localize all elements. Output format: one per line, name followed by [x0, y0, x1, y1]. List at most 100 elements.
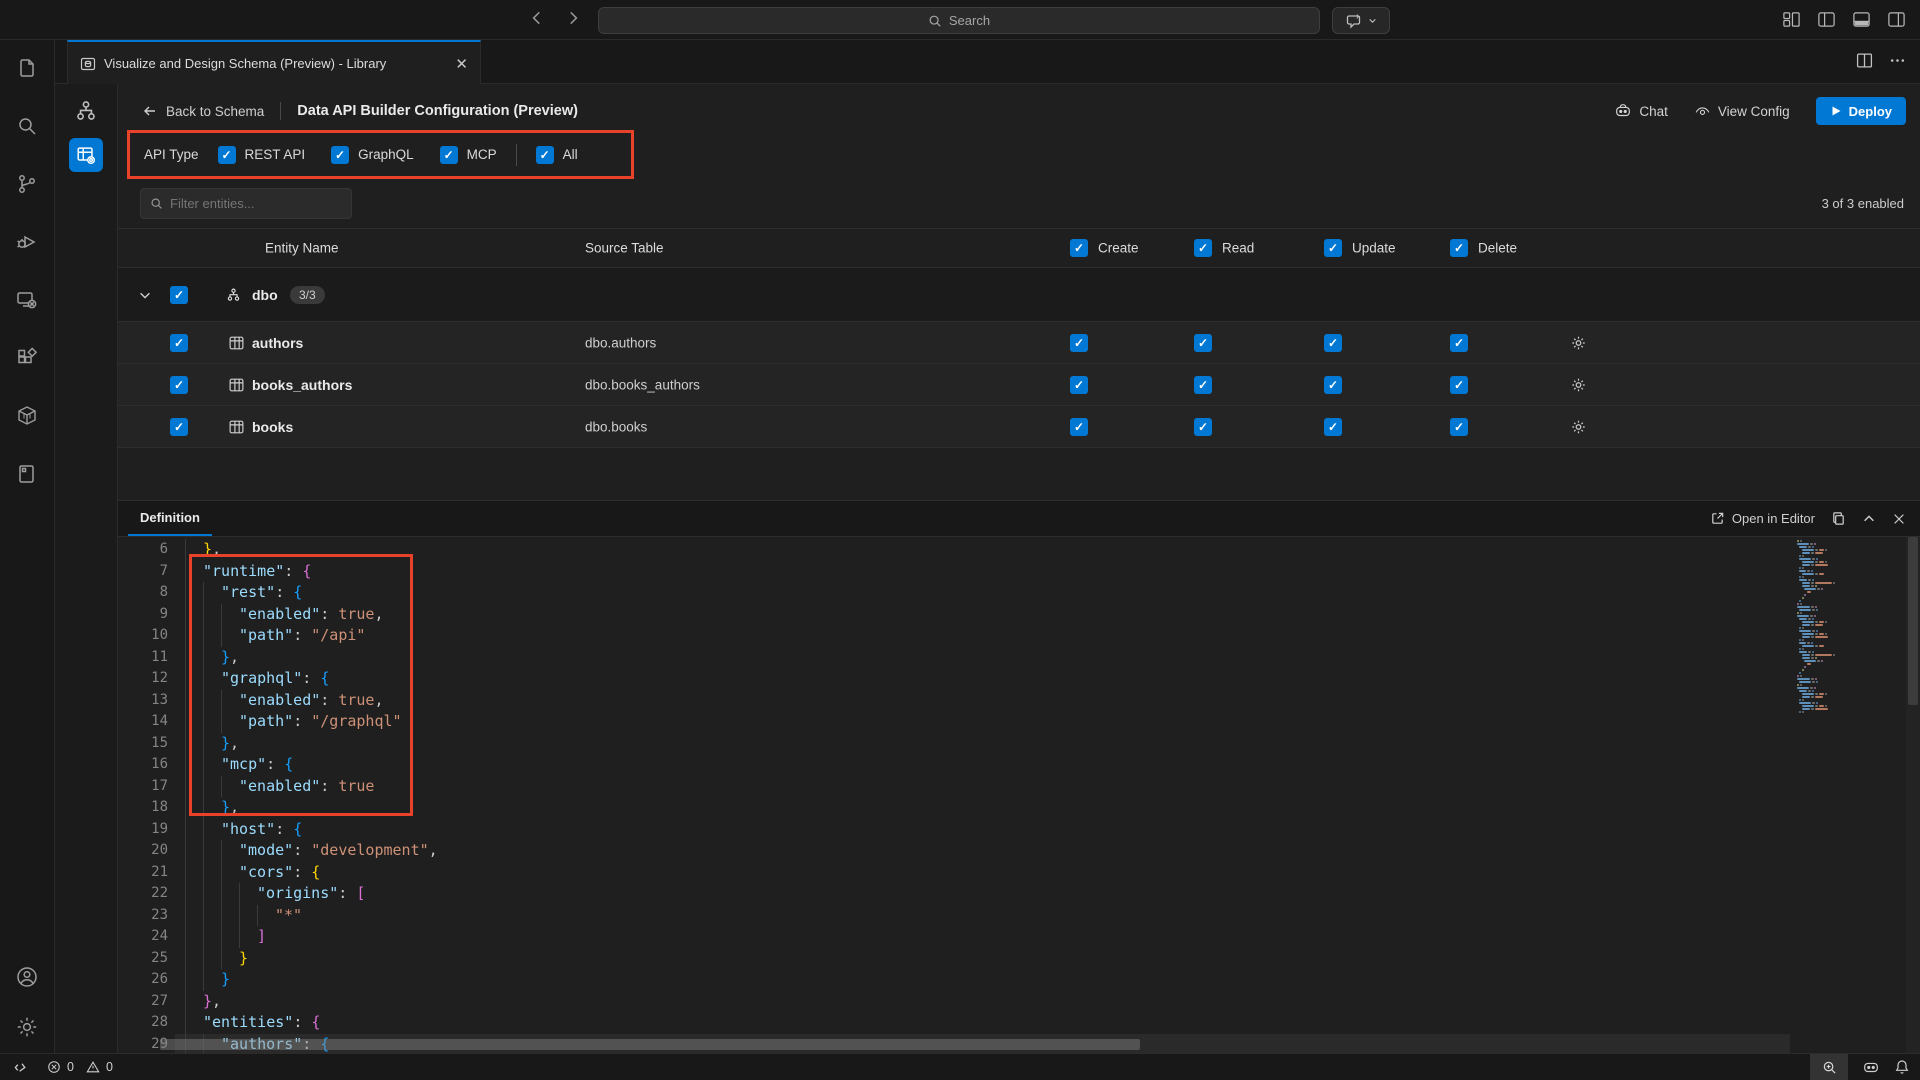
code-line-24[interactable]: ] [185, 926, 1790, 948]
containers-icon[interactable] [15, 404, 39, 428]
entity-row-authors[interactable]: ✓ authors dbo.authors ✓✓✓✓ [118, 322, 1920, 364]
code-line-12[interactable]: "graphql": { [185, 668, 1790, 690]
api-checkbox-1[interactable]: ✓ [331, 146, 349, 164]
definition-tab[interactable]: Definition [128, 501, 212, 536]
code-line-26[interactable]: } [185, 969, 1790, 991]
toggle-panel-icon[interactable] [1852, 10, 1871, 29]
problems-indicator[interactable]: 0 0 [47, 1060, 113, 1074]
deploy-button[interactable]: Deploy [1816, 97, 1906, 125]
col-checkbox-create[interactable]: ✓ [1070, 239, 1088, 257]
code-line-27[interactable]: }, [185, 991, 1790, 1013]
op-checkbox-books-update[interactable]: ✓ [1324, 418, 1342, 436]
tab-close-icon[interactable]: ✕ [455, 55, 468, 73]
view-config-button[interactable]: View Config [1694, 103, 1790, 120]
toggle-primary-sidebar-icon[interactable] [1817, 10, 1836, 29]
op-checkbox-books-create[interactable]: ✓ [1070, 418, 1088, 436]
row-settings-gear-icon[interactable] [1570, 418, 1587, 435]
explorer-icon[interactable] [15, 56, 39, 80]
row-settings-gear-icon[interactable] [1570, 334, 1587, 351]
code-line-8[interactable]: "rest": { [185, 582, 1790, 604]
col-checkbox-delete[interactable]: ✓ [1450, 239, 1468, 257]
remote-indicator-icon[interactable] [14, 1060, 29, 1075]
op-checkbox-authors-delete[interactable]: ✓ [1450, 334, 1468, 352]
code-line-21[interactable]: "cors": { [185, 862, 1790, 884]
api-checkbox-2[interactable]: ✓ [440, 146, 458, 164]
nav-forward-icon[interactable] [564, 9, 582, 27]
entity-row-books_authors[interactable]: ✓ books_authors dbo.books_authors ✓✓✓✓ [118, 364, 1920, 406]
code-line-19[interactable]: "host": { [185, 819, 1790, 841]
definition-code-editor[interactable]: 6789101112131415161718192021222324252627… [118, 537, 1920, 1053]
col-checkbox-update[interactable]: ✓ [1324, 239, 1342, 257]
row-checkbox-books_authors[interactable]: ✓ [170, 376, 188, 394]
zoom-indicator[interactable] [1810, 1054, 1848, 1080]
vertical-scrollbar-thumb[interactable] [1908, 537, 1918, 705]
open-in-editor-button[interactable]: Open in Editor [1710, 511, 1815, 526]
op-checkbox-authors-read[interactable]: ✓ [1194, 334, 1212, 352]
search-icon[interactable] [15, 114, 39, 138]
close-panel-icon[interactable] [1892, 512, 1906, 526]
op-checkbox-books-delete[interactable]: ✓ [1450, 418, 1468, 436]
api-checkbox-0[interactable]: ✓ [218, 146, 236, 164]
run-and-debug-icon[interactable] [15, 230, 39, 254]
code-line-28[interactable]: "entities": { [185, 1012, 1790, 1034]
row-checkbox-authors[interactable]: ✓ [170, 334, 188, 352]
code-line-11[interactable]: }, [185, 647, 1790, 669]
op-checkbox-books_authors-read[interactable]: ✓ [1194, 376, 1212, 394]
horizontal-scrollbar-thumb[interactable] [160, 1039, 1140, 1050]
col-update: Update [1352, 241, 1396, 256]
row-checkbox-books[interactable]: ✓ [170, 418, 188, 436]
chat-button[interactable]: Chat [1614, 102, 1668, 120]
op-checkbox-books_authors-update[interactable]: ✓ [1324, 376, 1342, 394]
code-line-13[interactable]: "enabled": true, [185, 690, 1790, 712]
notifications-bell-icon[interactable] [1894, 1059, 1910, 1075]
row-settings-gear-icon[interactable] [1570, 376, 1587, 393]
op-checkbox-books_authors-create[interactable]: ✓ [1070, 376, 1088, 394]
split-editor-icon[interactable] [1856, 52, 1873, 69]
code-line-17[interactable]: "enabled": true [185, 776, 1790, 798]
toggle-secondary-sidebar-icon[interactable] [1887, 10, 1906, 29]
op-checkbox-books-read[interactable]: ✓ [1194, 418, 1212, 436]
copilot-status-icon[interactable] [1862, 1058, 1880, 1076]
filter-entities-input[interactable] [170, 196, 330, 211]
code-line-10[interactable]: "path": "/api" [185, 625, 1790, 647]
back-to-schema-button[interactable]: Back to Schema [142, 103, 264, 119]
op-checkbox-books_authors-delete[interactable]: ✓ [1450, 376, 1468, 394]
remote-explorer-icon[interactable] [15, 288, 39, 312]
extensions-icon[interactable] [15, 346, 39, 370]
schema-visualize-icon[interactable] [73, 98, 99, 124]
schema-group-row[interactable]: ✓ dbo 3/3 [118, 268, 1920, 322]
customize-layout-icon[interactable] [1782, 10, 1801, 29]
code-line-20[interactable]: "mode": "development", [185, 840, 1790, 862]
copilot-menu-button[interactable] [1332, 7, 1390, 34]
source-control-icon[interactable] [15, 172, 39, 196]
code-line-25[interactable]: } [185, 948, 1790, 970]
op-checkbox-authors-create[interactable]: ✓ [1070, 334, 1088, 352]
api-checkbox-all[interactable]: ✓ [536, 146, 554, 164]
collapse-panel-icon[interactable] [1862, 512, 1876, 526]
op-checkbox-authors-update[interactable]: ✓ [1324, 334, 1342, 352]
table-config-icon-active[interactable] [69, 138, 103, 172]
code-line-7[interactable]: "runtime": { [185, 561, 1790, 583]
database-project-icon[interactable] [15, 462, 39, 486]
col-checkbox-read[interactable]: ✓ [1194, 239, 1212, 257]
chevron-down-icon[interactable] [138, 288, 152, 302]
code-line-6[interactable]: }, [185, 539, 1790, 561]
command-search-input[interactable]: Search [598, 7, 1320, 34]
code-line-16[interactable]: "mcp": { [185, 754, 1790, 776]
minimap[interactable] [1793, 540, 1905, 1053]
code-line-23[interactable]: "*" [185, 905, 1790, 927]
entity-row-books[interactable]: ✓ books dbo.books ✓✓✓✓ [118, 406, 1920, 448]
nav-back-icon[interactable] [528, 9, 546, 27]
code-line-15[interactable]: }, [185, 733, 1790, 755]
more-actions-icon[interactable] [1889, 52, 1906, 69]
code-line-22[interactable]: "origins": [ [185, 883, 1790, 905]
copy-icon[interactable] [1831, 511, 1846, 526]
settings-gear-icon[interactable] [15, 1015, 39, 1039]
account-icon[interactable] [15, 965, 39, 989]
code-line-14[interactable]: "path": "/graphql" [185, 711, 1790, 733]
code-line-18[interactable]: }, [185, 797, 1790, 819]
vertical-scrollbar[interactable] [1906, 537, 1920, 1053]
code-line-9[interactable]: "enabled": true, [185, 604, 1790, 626]
group-checkbox[interactable]: ✓ [170, 286, 188, 304]
tab-visualize-design-schema[interactable]: Visualize and Design Schema (Preview) - … [67, 40, 481, 85]
